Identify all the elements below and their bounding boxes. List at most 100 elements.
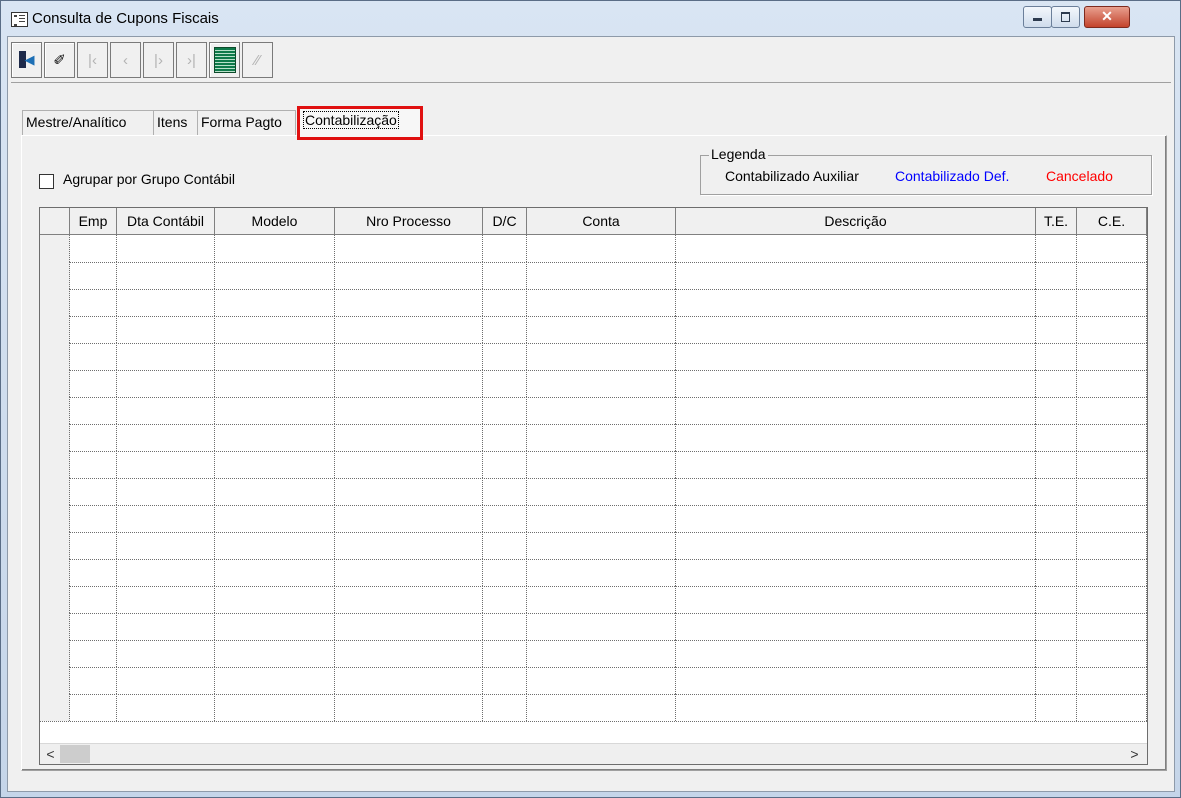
grid-cell[interactable] bbox=[70, 559, 117, 586]
grid-cell[interactable] bbox=[335, 667, 483, 694]
grid-cell[interactable] bbox=[527, 478, 676, 505]
grid-cell[interactable] bbox=[215, 667, 335, 694]
grid-cell[interactable] bbox=[215, 559, 335, 586]
grid-cell[interactable] bbox=[1036, 235, 1077, 262]
table-row[interactable] bbox=[40, 532, 1147, 560]
column-header[interactable]: C.E. bbox=[1077, 208, 1147, 234]
grid-cell[interactable] bbox=[1077, 370, 1147, 397]
row-indicator[interactable] bbox=[40, 370, 70, 397]
grid-cell[interactable] bbox=[527, 694, 676, 721]
grid-cell[interactable] bbox=[335, 640, 483, 667]
table-row[interactable] bbox=[40, 667, 1147, 695]
grid-cell[interactable] bbox=[70, 451, 117, 478]
grid-cell[interactable] bbox=[335, 316, 483, 343]
grid-cell[interactable] bbox=[483, 640, 527, 667]
tab-mestre-analitico[interactable]: Mestre/Analítico bbox=[22, 110, 155, 135]
grid-cell[interactable] bbox=[676, 613, 1036, 640]
grid-cell[interactable] bbox=[483, 478, 527, 505]
grid-cell[interactable] bbox=[527, 397, 676, 424]
first-record-button[interactable]: |‹ bbox=[77, 42, 108, 78]
grid-cell[interactable] bbox=[117, 505, 215, 532]
row-indicator[interactable] bbox=[40, 451, 70, 478]
tab-contabilizacao[interactable]: Contabilização bbox=[297, 106, 423, 140]
table-row[interactable] bbox=[40, 397, 1147, 425]
grid-cell[interactable] bbox=[215, 640, 335, 667]
grid-cell[interactable] bbox=[215, 343, 335, 370]
grid-cell[interactable] bbox=[483, 667, 527, 694]
grid-cell[interactable] bbox=[527, 370, 676, 397]
clear-button[interactable]: ✐ bbox=[44, 42, 75, 78]
grid-cell[interactable] bbox=[1036, 289, 1077, 316]
grid-cell[interactable] bbox=[1036, 613, 1077, 640]
table-row[interactable] bbox=[40, 559, 1147, 587]
grid-cell[interactable] bbox=[676, 289, 1036, 316]
column-header[interactable]: Modelo bbox=[215, 208, 335, 234]
grid-cell[interactable] bbox=[483, 316, 527, 343]
table-row[interactable] bbox=[40, 343, 1147, 371]
grid-cell[interactable] bbox=[335, 451, 483, 478]
row-indicator[interactable] bbox=[40, 667, 70, 694]
grid-cell[interactable] bbox=[1077, 235, 1147, 262]
title-bar[interactable]: Consulta de Cupons Fiscais ✕ bbox=[1, 1, 1180, 35]
grid-cell[interactable] bbox=[70, 586, 117, 613]
grid-cell[interactable] bbox=[1077, 343, 1147, 370]
row-indicator[interactable] bbox=[40, 289, 70, 316]
grid-cell[interactable] bbox=[1036, 478, 1077, 505]
grid-cell[interactable] bbox=[215, 235, 335, 262]
grid-cell[interactable] bbox=[215, 451, 335, 478]
row-indicator[interactable] bbox=[40, 343, 70, 370]
grid-cell[interactable] bbox=[117, 343, 215, 370]
minimize-button[interactable] bbox=[1023, 6, 1052, 28]
grid-cell[interactable] bbox=[70, 289, 117, 316]
grid-cell[interactable] bbox=[483, 397, 527, 424]
grid-cell[interactable] bbox=[70, 262, 117, 289]
table-row[interactable] bbox=[40, 694, 1147, 722]
grid-cell[interactable] bbox=[335, 343, 483, 370]
grid-cell[interactable] bbox=[215, 505, 335, 532]
grid-cell[interactable] bbox=[117, 424, 215, 451]
table-row[interactable] bbox=[40, 478, 1147, 506]
grid-cell[interactable] bbox=[335, 694, 483, 721]
grid-cell[interactable] bbox=[483, 451, 527, 478]
next-record-button[interactable]: |› bbox=[143, 42, 174, 78]
grid-cell[interactable] bbox=[335, 397, 483, 424]
grid-cell[interactable] bbox=[676, 424, 1036, 451]
last-record-button[interactable]: ›| bbox=[176, 42, 207, 78]
column-header[interactable]: T.E. bbox=[1036, 208, 1077, 234]
table-row[interactable] bbox=[40, 613, 1147, 641]
grid-cell[interactable] bbox=[1077, 667, 1147, 694]
grid-cell[interactable] bbox=[483, 613, 527, 640]
grid-cell[interactable] bbox=[335, 235, 483, 262]
scroll-thumb[interactable] bbox=[60, 745, 90, 763]
grid-cell[interactable] bbox=[1077, 289, 1147, 316]
grid-cell[interactable] bbox=[117, 532, 215, 559]
list-button[interactable]: ⁄⁄ bbox=[242, 42, 273, 78]
grid-cell[interactable] bbox=[117, 559, 215, 586]
group-by-label[interactable]: Agrupar por Grupo Contábil bbox=[63, 171, 235, 187]
grid-cell[interactable] bbox=[215, 370, 335, 397]
grid-cell[interactable] bbox=[70, 235, 117, 262]
grid-cell[interactable] bbox=[527, 640, 676, 667]
table-row[interactable] bbox=[40, 640, 1147, 668]
grid-cell[interactable] bbox=[70, 316, 117, 343]
grid-cell[interactable] bbox=[676, 667, 1036, 694]
row-indicator[interactable] bbox=[40, 397, 70, 424]
grid-cell[interactable] bbox=[483, 505, 527, 532]
grid-cell[interactable] bbox=[527, 667, 676, 694]
table-row[interactable] bbox=[40, 262, 1147, 290]
grid-cell[interactable] bbox=[1077, 532, 1147, 559]
grid-cell[interactable] bbox=[1077, 451, 1147, 478]
grid-cell[interactable] bbox=[527, 505, 676, 532]
scroll-left-icon[interactable]: < bbox=[42, 744, 59, 764]
tab-forma-pagto[interactable]: Forma Pagto bbox=[197, 110, 296, 135]
grid-cell[interactable] bbox=[483, 532, 527, 559]
grid-cell[interactable] bbox=[676, 559, 1036, 586]
grid-cell[interactable] bbox=[676, 316, 1036, 343]
table-row[interactable] bbox=[40, 505, 1147, 533]
grid-cell[interactable] bbox=[215, 694, 335, 721]
table-row[interactable] bbox=[40, 586, 1147, 614]
column-header[interactable]: Conta bbox=[527, 208, 676, 234]
grid-cell[interactable] bbox=[117, 289, 215, 316]
grid-cell[interactable] bbox=[335, 289, 483, 316]
grid-cell[interactable] bbox=[117, 262, 215, 289]
